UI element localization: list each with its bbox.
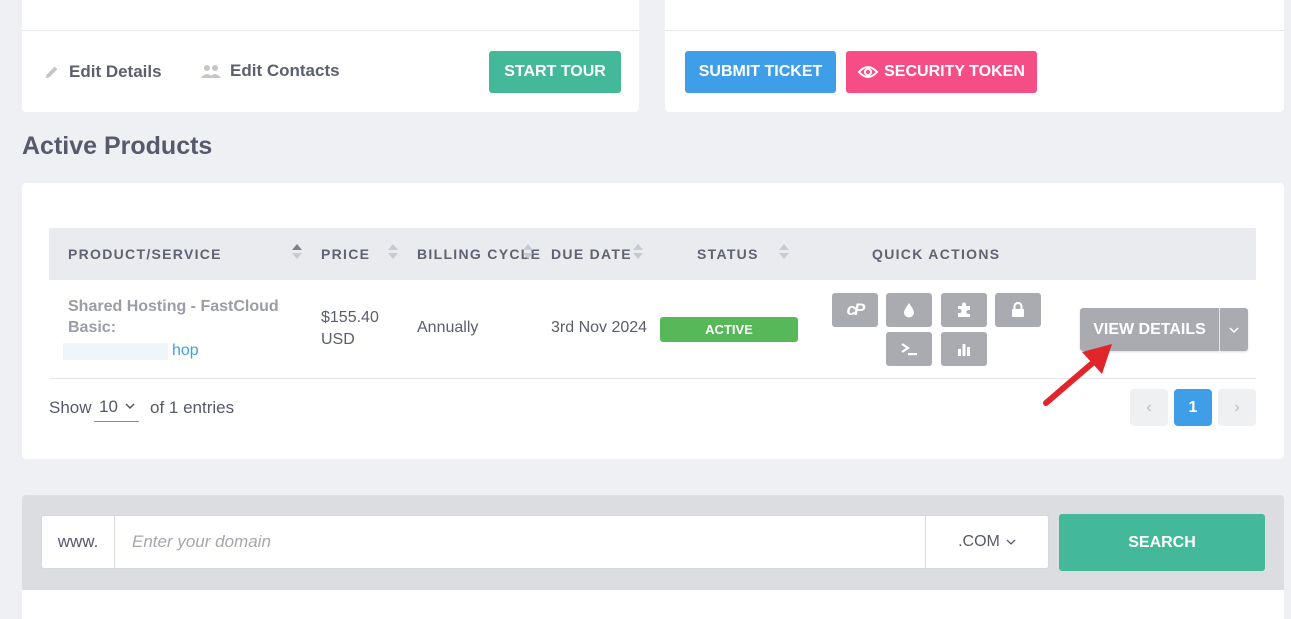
edit-contacts-label: Edit Contacts	[230, 61, 340, 80]
www-prefix: www.	[42, 516, 115, 568]
annotation-arrow	[1043, 344, 1112, 406]
edit-details-link[interactable]: Edit Details	[43, 62, 162, 82]
column-header-product[interactable]: PRODUCT/SERVICE	[68, 246, 222, 262]
lock-icon[interactable]	[995, 293, 1041, 327]
tld-select[interactable]: .COM	[925, 516, 1048, 568]
show-label: Show	[49, 398, 92, 417]
pencil-icon	[45, 66, 58, 79]
terminal-icon[interactable]	[886, 332, 932, 366]
chevron-down-icon	[1006, 539, 1016, 545]
puzzle-icon[interactable]	[941, 293, 987, 327]
page-size-value: 10	[99, 397, 118, 416]
domain-search-button[interactable]: SEARCH	[1059, 514, 1265, 571]
security-token-label: SECURITY TOKEN	[884, 63, 1025, 80]
edit-contacts-link[interactable]: Edit Contacts	[200, 61, 340, 81]
sort-icon[interactable]	[523, 244, 533, 262]
status-badge: ACTIVE	[660, 317, 798, 342]
view-details-dropdown-toggle[interactable]	[1220, 308, 1248, 351]
product-domain-link[interactable]: hop	[172, 342, 199, 360]
tld-value: .COM	[958, 533, 1000, 550]
due-date: 3rd Nov 2024	[551, 319, 648, 336]
edit-details-label: Edit Details	[69, 62, 162, 81]
eye-icon	[858, 66, 879, 78]
bar-chart-icon[interactable]	[941, 332, 987, 366]
column-header-price[interactable]: PRICE	[321, 246, 370, 262]
start-tour-button[interactable]: START TOUR	[489, 51, 621, 93]
drop-icon[interactable]	[886, 293, 932, 327]
sort-icon[interactable]	[633, 244, 643, 262]
chevron-down-icon	[125, 403, 135, 409]
column-header-due-date[interactable]: DUE DATE	[551, 246, 632, 262]
section-title: Active Products	[22, 132, 213, 160]
sort-icon[interactable]	[292, 244, 302, 262]
table-header-row	[49, 228, 1256, 280]
price-amount: $155.40	[321, 309, 379, 326]
users-icon	[201, 65, 221, 78]
lower-panel	[22, 590, 1284, 619]
column-header-status[interactable]: STATUS	[697, 246, 759, 262]
page-size-select[interactable]: 10	[94, 396, 139, 422]
product-name[interactable]: Shared Hosting - FastCloud Basic:	[68, 296, 303, 338]
card-divider	[22, 30, 639, 31]
sort-icon[interactable]	[779, 244, 789, 262]
card-divider	[665, 30, 1284, 31]
redacted-domain	[63, 343, 168, 360]
page-1-button[interactable]: 1	[1174, 389, 1212, 426]
prev-page-button[interactable]: ‹	[1130, 389, 1168, 426]
sort-icon[interactable]	[388, 244, 398, 262]
next-page-button[interactable]: ›	[1218, 389, 1256, 426]
entries-label: of 1 entries	[150, 398, 235, 417]
domain-search-input[interactable]	[116, 516, 924, 568]
price-currency: USD	[321, 331, 355, 348]
chevron-down-icon	[1229, 326, 1239, 333]
security-token-button[interactable]: SECURITY TOKEN	[846, 51, 1037, 93]
cpanel-icon[interactable]: cP	[832, 293, 878, 327]
column-header-quick-actions: QUICK ACTIONS	[872, 246, 1001, 262]
submit-ticket-button[interactable]: SUBMIT TICKET	[685, 51, 836, 93]
billing-cycle: Annually	[417, 319, 479, 336]
